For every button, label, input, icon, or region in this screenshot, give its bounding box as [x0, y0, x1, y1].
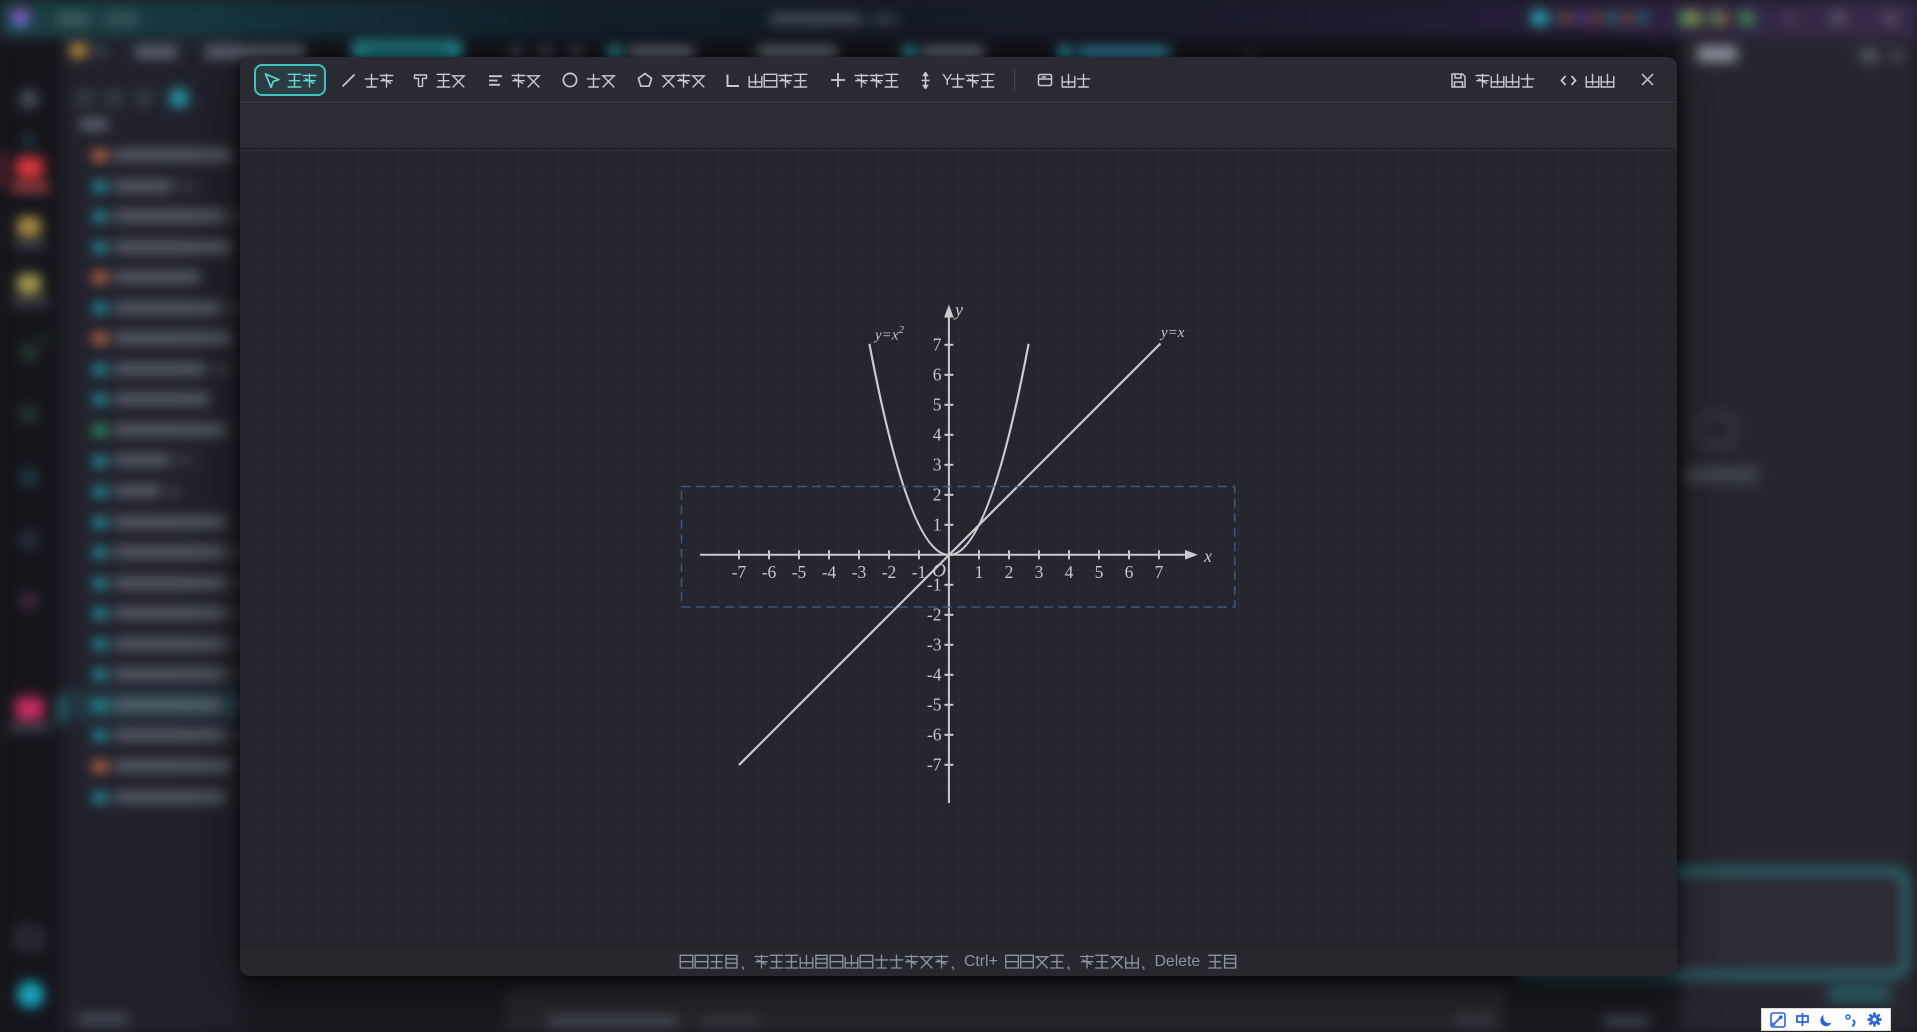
svg-text:Ctrl+: Ctrl+	[964, 953, 998, 970]
svg-text:-5: -5	[927, 694, 942, 714]
svg-text:2: 2	[933, 484, 942, 504]
svg-text:2: 2	[1005, 562, 1014, 582]
svg-text:Y: Y	[942, 72, 953, 89]
svg-text:y: y	[953, 300, 963, 320]
svg-text:-4: -4	[822, 562, 837, 582]
svg-text:y=x2: y=x2	[873, 324, 904, 344]
svg-text:7: 7	[1155, 562, 1164, 582]
svg-text:Delete: Delete	[1155, 953, 1201, 970]
svg-text:1: 1	[975, 562, 984, 582]
svg-text:3: 3	[1035, 562, 1044, 582]
svg-text:5: 5	[933, 394, 942, 414]
svg-text:-2: -2	[882, 562, 897, 582]
svg-text:4: 4	[933, 424, 942, 444]
svg-text:-6: -6	[927, 724, 942, 744]
svg-text:1: 1	[933, 514, 942, 534]
svg-text:7: 7	[933, 334, 942, 354]
svg-text:-3: -3	[927, 634, 942, 654]
svg-text:x: x	[1203, 546, 1212, 566]
svg-text:6: 6	[933, 364, 942, 384]
svg-text:-5: -5	[792, 562, 807, 582]
svg-text:-6: -6	[762, 562, 777, 582]
svg-text:-4: -4	[927, 664, 942, 684]
svg-text:6: 6	[1125, 562, 1134, 582]
svg-text:3: 3	[933, 454, 942, 474]
svg-text:5: 5	[1095, 562, 1104, 582]
svg-text:4: 4	[1065, 562, 1074, 582]
svg-text:y=x: y=x	[1159, 325, 1185, 341]
svg-text:-7: -7	[927, 754, 942, 774]
svg-text:-3: -3	[852, 562, 867, 582]
svg-text:-7: -7	[732, 562, 747, 582]
